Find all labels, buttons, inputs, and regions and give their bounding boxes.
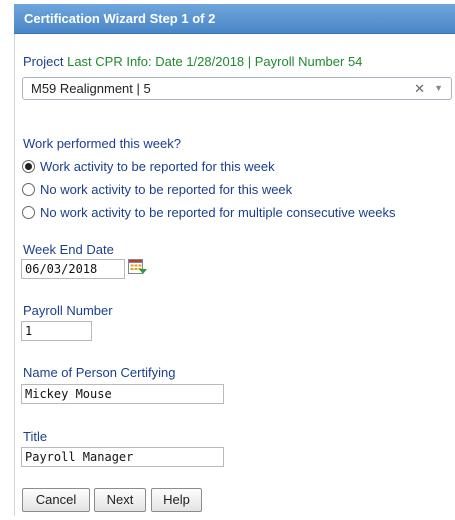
wizard-title: Certification Wizard Step 1 of 2 [14, 4, 455, 34]
project-select[interactable]: M59 Realignment | 5 ✕ ▼ [22, 77, 452, 100]
payroll-number-label: Payroll Number [23, 303, 113, 318]
radio-button[interactable] [22, 182, 35, 196]
payroll-number-input[interactable]: 1 [21, 321, 92, 341]
title-input[interactable]: Payroll Manager [21, 447, 224, 467]
title-label: Title [23, 429, 48, 444]
work-performed-label: Work performed this week? [23, 136, 181, 151]
chevron-down-icon[interactable]: ▼ [434, 78, 443, 99]
radio-button[interactable] [22, 205, 35, 219]
last-cpr-info: Last CPR Info: Date 1/28/2018 | Payroll … [67, 54, 363, 69]
person-certifying-input[interactable]: Mickey Mouse [21, 384, 224, 404]
next-button[interactable]: Next [94, 488, 146, 512]
clear-icon[interactable]: ✕ [414, 78, 425, 99]
radio-work-activity[interactable]: Work activity to be reported for this we… [22, 157, 275, 175]
project-line: Project Last CPR Info: Date 1/28/2018 | … [23, 54, 362, 69]
help-button[interactable]: Help [151, 488, 202, 512]
cancel-button[interactable]: Cancel [22, 488, 90, 512]
radio-label: No work activity to be reported for this… [40, 181, 293, 197]
radio-label: No work activity to be reported for mult… [40, 204, 396, 220]
week-end-date-label: Week End Date [23, 242, 114, 257]
radio-label: Work activity to be reported for this we… [40, 158, 275, 174]
person-certifying-label: Name of Person Certifying [23, 365, 176, 380]
week-end-date-input[interactable]: 06/03/2018 [21, 259, 125, 279]
radio-no-work-multiple-weeks[interactable]: No work activity to be reported for mult… [22, 203, 396, 221]
project-select-value: M59 Realignment | 5 [31, 81, 151, 96]
project-label: Project [23, 54, 64, 69]
radio-button[interactable] [22, 159, 35, 173]
radio-no-work-this-week[interactable]: No work activity to be reported for this… [22, 180, 292, 198]
calendar-icon[interactable] [128, 258, 148, 276]
